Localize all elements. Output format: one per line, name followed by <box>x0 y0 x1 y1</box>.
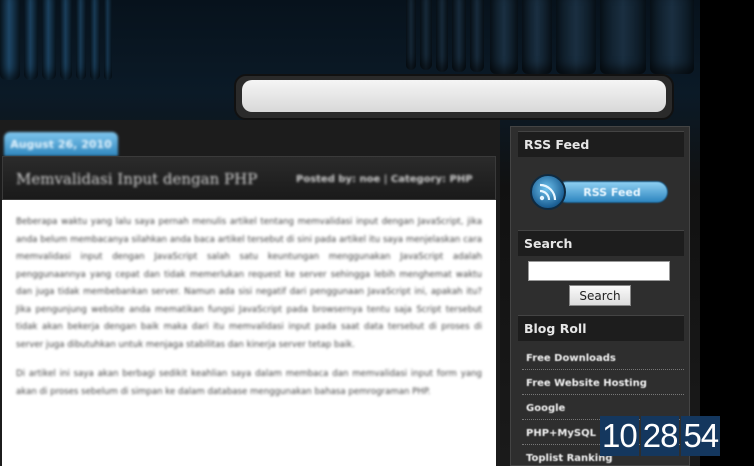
post-paragraph: Beberapa waktu yang lalu saya pernah men… <box>16 217 482 350</box>
post-title[interactable]: Memvalidasi Input dengan PHP <box>16 170 257 188</box>
rss-feed-button[interactable]: RSS Feed <box>530 172 670 212</box>
blogroll-heading: Blog Roll <box>518 315 684 341</box>
post-date: August 26, 2010 <box>4 132 118 156</box>
rss-icon <box>530 174 566 210</box>
search-input[interactable] <box>528 261 670 281</box>
post-body: Beberapa waktu yang lalu saya pernah men… <box>2 200 496 466</box>
search-button[interactable]: Search <box>569 285 631 306</box>
counter-digits: 28 <box>640 416 680 456</box>
blogroll-link-google[interactable]: Google <box>526 403 686 414</box>
rss-feed-label: RSS Feed <box>556 181 668 203</box>
divider <box>522 369 684 370</box>
blogroll-link-free-website-hosting[interactable]: Free Website Hosting <box>526 378 686 389</box>
right-margin <box>700 0 754 466</box>
counter-digits: 10 <box>600 416 639 456</box>
divider <box>522 394 684 395</box>
header-panel <box>234 74 674 120</box>
rss-heading: RSS Feed <box>518 131 684 157</box>
visitor-counter: 10 28 54 <box>600 416 721 456</box>
search-heading: Search <box>518 230 684 256</box>
post-meta: Posted by: noe | Category: PHP <box>296 174 473 185</box>
counter-digits: 54 <box>681 416 721 456</box>
page-background: August 26, 2010 Memvalidasi Input dengan… <box>0 0 754 466</box>
post-paragraph: Di artikel ini saya akan berbagi sedikit… <box>16 369 482 397</box>
blogroll-link-free-downloads[interactable]: Free Downloads <box>526 353 686 364</box>
